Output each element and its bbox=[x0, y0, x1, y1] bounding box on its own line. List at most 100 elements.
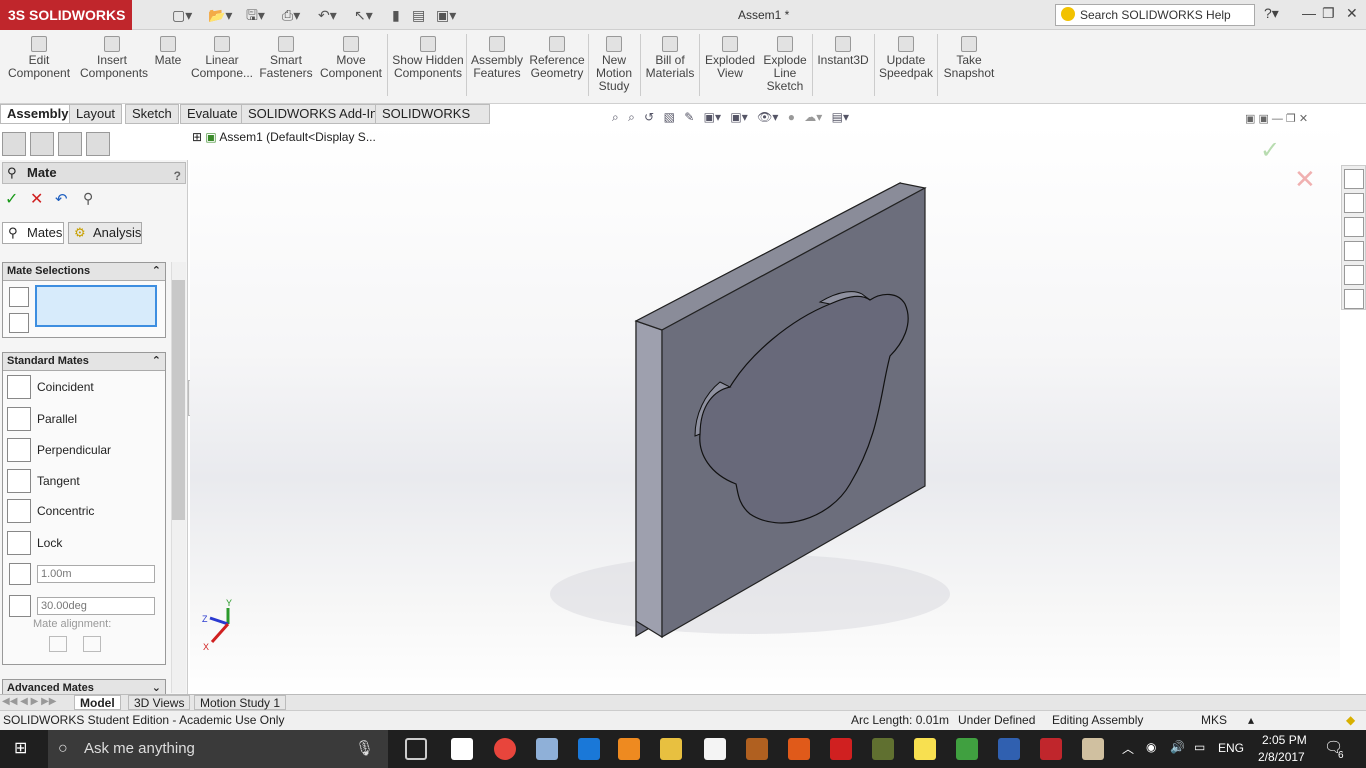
sticky-notes-icon[interactable] bbox=[914, 738, 936, 760]
tab-3d-views[interactable]: 3D Views bbox=[128, 695, 191, 710]
help-search-input[interactable]: Search SOLIDWORKS Help bbox=[1055, 4, 1255, 26]
displaymanager-tab-icon[interactable] bbox=[86, 132, 110, 156]
insert-components-button[interactable]: Insert Components bbox=[80, 36, 148, 80]
edit-component-button[interactable]: Edit Component bbox=[8, 36, 70, 80]
assembly-features-button[interactable]: Assembly Features bbox=[468, 36, 526, 80]
media-player-icon[interactable] bbox=[618, 738, 640, 760]
options-icon[interactable]: ▣▾ bbox=[436, 6, 456, 24]
tab-assembly[interactable]: Assembly bbox=[0, 104, 76, 124]
anti-aligned-icon[interactable] bbox=[83, 636, 101, 652]
configurationmanager-tab-icon[interactable] bbox=[58, 132, 82, 156]
undo-icon[interactable]: ↶▾ bbox=[318, 6, 337, 24]
bill-of-materials-button[interactable]: Bill of Materials bbox=[644, 36, 696, 80]
mate-lock[interactable]: Lock bbox=[7, 530, 62, 556]
select-icon[interactable]: ↖▾ bbox=[354, 6, 373, 24]
solidworks-logo[interactable]: 3S SOLIDWORKS bbox=[0, 0, 132, 30]
print-icon[interactable]: ⎙▾ bbox=[282, 6, 300, 24]
dynamic-annotation-icon[interactable]: ✎ bbox=[684, 110, 694, 124]
tab-mbd[interactable]: SOLIDWORKS MBD bbox=[375, 104, 490, 139]
sketchup-icon[interactable] bbox=[956, 738, 978, 760]
language-indicator[interactable]: ENG bbox=[1218, 741, 1244, 755]
file-explorer-icon[interactable] bbox=[1344, 241, 1364, 261]
tab-scroll-arrows[interactable]: ◀◀ ◀ ▶ ▶▶ bbox=[2, 696, 56, 707]
angle-input[interactable]: 30.00deg bbox=[37, 597, 155, 615]
design-library-icon[interactable] bbox=[1344, 217, 1364, 237]
matlab-icon[interactable] bbox=[788, 738, 810, 760]
clock-date[interactable]: 2/8/2017 bbox=[1258, 750, 1305, 764]
take-snapshot-button[interactable]: Take Snapshot bbox=[940, 36, 998, 80]
store-icon[interactable] bbox=[451, 738, 473, 760]
selection-listbox[interactable] bbox=[35, 285, 157, 327]
distance-input[interactable]: 1.00m bbox=[37, 565, 155, 583]
clock-time[interactable]: 2:05 PM bbox=[1262, 733, 1307, 747]
confirm-cancel-icon[interactable]: ✕ bbox=[1294, 164, 1316, 195]
show-hidden-components-button[interactable]: Show Hidden Components bbox=[392, 36, 464, 80]
tab-mates[interactable]: ⚲ Mates bbox=[2, 222, 64, 244]
new-document-icon[interactable]: ▢▾ bbox=[172, 6, 192, 24]
tab-motion-study[interactable]: Motion Study 1 bbox=[194, 695, 287, 710]
vscode-icon[interactable] bbox=[998, 738, 1020, 760]
cortana-search[interactable]: ○ Ask me anything 🎙 bbox=[48, 730, 388, 768]
help-icon[interactable]: ?▾ bbox=[1264, 5, 1279, 22]
display-style-icon[interactable]: ▣▾ bbox=[730, 110, 747, 124]
ok-check-icon[interactable]: ✓ bbox=[5, 189, 18, 209]
view-settings-icon[interactable]: ▤▾ bbox=[832, 110, 849, 124]
explode-line-sketch-button[interactable]: Explode Line Sketch bbox=[760, 36, 810, 93]
appearances-icon[interactable] bbox=[1344, 265, 1364, 285]
save-icon[interactable]: 🖫▾ bbox=[246, 6, 265, 24]
mate-perpendicular[interactable]: Perpendicular bbox=[7, 437, 111, 463]
solidworks-taskbar-icon[interactable] bbox=[1040, 738, 1062, 760]
rebuild-icon[interactable]: ▮ bbox=[392, 6, 400, 24]
task-view-icon[interactable] bbox=[405, 738, 427, 760]
edit-appearance-icon[interactable]: ● bbox=[788, 110, 795, 124]
edge-icon[interactable] bbox=[578, 738, 600, 760]
smart-fasteners-button[interactable]: Smart Fasteners bbox=[258, 36, 314, 80]
propertymanager-tab-icon[interactable] bbox=[30, 132, 54, 156]
network-icon[interactable]: ◉ bbox=[1146, 740, 1156, 754]
sublime-icon[interactable] bbox=[746, 738, 768, 760]
restore-button[interactable]: ❐ bbox=[1322, 5, 1335, 22]
apply-scene-icon[interactable]: ☁▾ bbox=[804, 110, 822, 124]
open-icon[interactable]: 📂▾ bbox=[208, 6, 232, 24]
snipping-tool-icon[interactable] bbox=[536, 738, 558, 760]
units-arrow-icon[interactable]: ▴ bbox=[1248, 711, 1254, 730]
mate-concentric[interactable]: Concentric bbox=[7, 498, 94, 524]
app-red-icon[interactable] bbox=[830, 738, 852, 760]
tab-addins[interactable]: SOLIDWORKS Add-Ins bbox=[241, 104, 391, 124]
paint-icon[interactable] bbox=[1082, 738, 1104, 760]
close-button[interactable]: ✕ bbox=[1346, 5, 1358, 22]
featuremanager-tab-icon[interactable] bbox=[2, 132, 26, 156]
tab-sketch[interactable]: Sketch bbox=[125, 104, 179, 124]
zoom-area-icon[interactable]: ⌕ bbox=[628, 110, 635, 124]
reference-geometry-button[interactable]: Reference Geometry bbox=[528, 36, 586, 80]
linear-pattern-button[interactable]: Linear Compone... bbox=[190, 36, 254, 80]
new-motion-study-button[interactable]: New Motion Study bbox=[592, 36, 636, 93]
zoom-to-fit-icon[interactable]: ⌕ bbox=[612, 110, 619, 124]
angle-icon[interactable] bbox=[9, 595, 31, 617]
mate-tangent[interactable]: Tangent bbox=[7, 468, 80, 494]
pushpin-icon[interactable]: ⚲ bbox=[83, 190, 93, 207]
move-component-button[interactable]: Move Component bbox=[318, 36, 384, 80]
view-orientation-icon[interactable]: ▣▾ bbox=[704, 110, 721, 124]
home-icon[interactable] bbox=[1344, 169, 1364, 189]
confirm-check-icon[interactable]: ✓ bbox=[1260, 136, 1280, 165]
aligned-icon[interactable] bbox=[49, 636, 67, 652]
microphone-icon[interactable]: 🎙 bbox=[355, 730, 374, 768]
expand-icon[interactable]: ⊞ bbox=[192, 130, 202, 144]
volume-icon[interactable]: 🔊 bbox=[1170, 740, 1185, 754]
custom-properties-icon[interactable] bbox=[1344, 289, 1364, 309]
viewport-controls[interactable]: ▣ ▣ — ❐ ✕ bbox=[1245, 112, 1308, 125]
tab-analysis[interactable]: ⚙ Analysis bbox=[68, 222, 142, 244]
tab-evaluate[interactable]: Evaluate bbox=[180, 104, 245, 124]
tree-root-label[interactable]: Assem1 (Default<Display S... bbox=[219, 130, 375, 144]
section-view-icon[interactable]: ▧ bbox=[664, 110, 675, 124]
tray-chevron-icon[interactable]: ︿ bbox=[1122, 740, 1134, 757]
windows-start-icon[interactable]: ⊞ bbox=[14, 740, 32, 758]
instant3d-button[interactable]: Instant3D bbox=[814, 36, 872, 67]
previous-view-icon[interactable]: ↺ bbox=[644, 110, 654, 124]
file-explorer-icon[interactable] bbox=[660, 738, 682, 760]
mate-parallel[interactable]: Parallel bbox=[7, 406, 77, 432]
file-properties-icon[interactable]: ▤ bbox=[412, 6, 425, 24]
resources-icon[interactable] bbox=[1344, 193, 1364, 213]
update-speedpak-button[interactable]: Update Speedpak bbox=[878, 36, 934, 80]
